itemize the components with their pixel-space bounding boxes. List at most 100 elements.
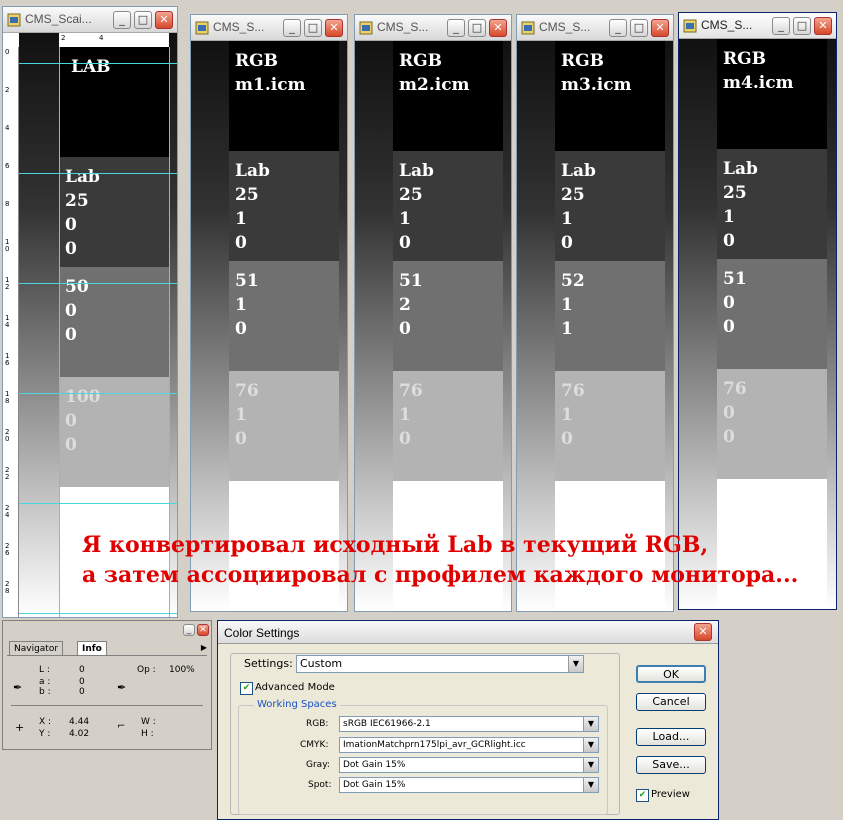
gradient-strip-right — [665, 41, 673, 611]
gradient-strip-right — [503, 41, 511, 611]
document-canvas[interactable]: RGB m4.icm Lab 25 1 0 51 0 0 76 0 0 — [679, 39, 836, 609]
swatch-label: 51 2 0 — [399, 271, 423, 339]
ok-button[interactable]: OK — [636, 665, 706, 683]
settings-dropdown-value: Custom — [300, 657, 343, 670]
photoshop-document-icon — [359, 21, 373, 35]
guide-line[interactable] — [19, 283, 177, 284]
a-label: a : — [39, 677, 51, 687]
spot-dropdown[interactable]: Dot Gain 15% ▼ — [339, 777, 599, 793]
minimize-button[interactable]: _ — [113, 11, 131, 29]
swatch-label: 76 1 0 — [399, 381, 423, 449]
color-swatch: RGB m4.icm — [717, 39, 827, 149]
swatch-label: Lab 25 1 0 — [723, 159, 758, 251]
maximize-button[interactable]: □ — [630, 19, 648, 37]
window-title: CMS_Scai... — [25, 12, 92, 26]
minimize-button[interactable]: _ — [447, 19, 465, 37]
minimize-button[interactable]: _ — [609, 19, 627, 37]
op-label: Op : — [137, 665, 156, 675]
vertical-ruler[interactable]: 0 2 4 6 8 10 12 14 16 18 20 22 24 26 28 — [3, 47, 19, 617]
maximize-button[interactable]: □ — [304, 19, 322, 37]
ruler-tick-label: 20 — [5, 428, 10, 443]
cmyk-dropdown[interactable]: ImationMatchprn175lpi_avr_GCRlight.icc ▼ — [339, 737, 599, 753]
panel-minimize-button[interactable]: _ — [183, 624, 195, 636]
guide-line[interactable] — [19, 63, 177, 64]
x-value: 4.44 — [69, 717, 90, 727]
maximize-button[interactable]: □ — [793, 17, 811, 35]
document-window-3[interactable]: CMS_S... _ □ ✕ RGB m2.icm Lab 25 1 0 51 2 0 76 … — [354, 14, 512, 612]
ruler-tick-label: 10 — [5, 238, 10, 253]
minimize-button[interactable]: _ — [772, 17, 790, 35]
gray-dropdown[interactable]: Dot Gain 15% ▼ — [339, 757, 599, 773]
settings-dropdown[interactable]: Custom ▼ — [296, 655, 584, 673]
ruler-tick-label: 6 — [5, 162, 10, 170]
L-value: 0 — [79, 665, 85, 675]
dialog-close-button[interactable]: ✕ — [694, 623, 712, 641]
color-swatch: RGB m2.icm — [393, 41, 503, 151]
guide-line[interactable] — [19, 173, 177, 174]
guide-line[interactable] — [19, 393, 177, 394]
b-value: 0 — [79, 687, 85, 697]
swatch-label: RGB m1.icm — [235, 51, 306, 95]
window-titlebar[interactable]: CMS_S... _ □ ✕ — [355, 15, 511, 41]
document-window-5[interactable]: CMS_S... _ □ ✕ RGB m4.icm Lab 25 1 0 51 0 0 76 … — [678, 12, 837, 610]
ruler-tick-label: 4 — [99, 34, 104, 42]
close-button[interactable]: ✕ — [155, 11, 173, 29]
rgb-dropdown[interactable]: sRGB IEC61966-2.1 ▼ — [339, 716, 599, 732]
document-window-4[interactable]: CMS_S... _ □ ✕ RGB m3.icm Lab 25 1 0 52 1 1 76 … — [516, 14, 674, 612]
guide-line[interactable] — [19, 613, 177, 614]
color-swatch: 51 0 0 — [717, 259, 827, 369]
document-canvas[interactable]: RGB m1.icm Lab 25 1 0 51 1 0 76 1 0 — [191, 41, 347, 611]
load-button[interactable]: Load... — [636, 728, 706, 746]
window-titlebar[interactable]: CMS_Scai... _ □ ✕ — [3, 7, 177, 33]
color-swatch: 52 1 1 — [555, 261, 665, 371]
swatch-label: LAB — [71, 57, 111, 77]
save-button[interactable]: Save... — [636, 756, 706, 774]
tab-info[interactable]: Info — [77, 641, 107, 656]
close-button[interactable]: ✕ — [814, 17, 832, 35]
document-canvas[interactable]: RGB m3.icm Lab 25 1 0 52 1 1 76 1 0 — [517, 41, 673, 611]
w-label: W : — [141, 717, 156, 727]
maximize-button[interactable]: □ — [468, 19, 486, 37]
window-titlebar[interactable]: CMS_S... _ □ ✕ — [679, 13, 836, 39]
minimize-button[interactable]: _ — [283, 19, 301, 37]
tab-navigator[interactable]: Navigator — [9, 641, 64, 656]
color-swatch: 51 1 0 — [229, 261, 339, 371]
panel-close-button[interactable]: ✕ — [197, 624, 209, 636]
gray-label: Gray: — [306, 760, 330, 770]
document-canvas[interactable]: RGB m2.icm Lab 25 1 0 51 2 0 76 1 0 — [355, 41, 511, 611]
swatch-label: Lab 25 1 0 — [561, 161, 596, 253]
swatch-label: Lab 25 1 0 — [235, 161, 270, 253]
color-swatch: 76 1 0 — [555, 371, 665, 481]
window-title: CMS_S... — [701, 18, 753, 32]
cancel-button[interactable]: Cancel — [636, 693, 706, 711]
panel-menu-arrow-icon[interactable]: ▶ — [201, 643, 207, 652]
ruler-tick-label: 0 — [5, 48, 10, 56]
document-window-1[interactable]: CMS_Scai..._□✕02402468101214161820222426… — [2, 6, 178, 618]
caption-text: Я конвертировал исходный Lab в текущий R… — [82, 532, 799, 588]
close-button[interactable]: ✕ — [325, 19, 343, 37]
window-title: CMS_S... — [213, 20, 265, 34]
guide-line[interactable] — [19, 503, 177, 504]
document-window-2[interactable]: CMS_S... _ □ ✕ RGB m1.icm Lab 25 1 0 51 1 0 76 … — [190, 14, 348, 612]
ruler-tick-label: 16 — [5, 352, 10, 367]
ruler-tick-label: 4 — [5, 124, 10, 132]
cmyk-dropdown-value: ImationMatchprn175lpi_avr_GCRlight.icc — [343, 740, 526, 750]
maximize-button[interactable]: □ — [134, 11, 152, 29]
advanced-mode-checkbox[interactable]: ✔ — [240, 682, 253, 695]
close-button[interactable]: ✕ — [489, 19, 507, 37]
spot-label: Spot: — [308, 780, 332, 790]
color-swatch: 76 0 0 — [717, 369, 827, 479]
preview-checkbox[interactable]: ✔ — [636, 789, 649, 802]
chevron-down-icon: ▼ — [583, 758, 598, 772]
close-button[interactable]: ✕ — [651, 19, 669, 37]
swatch-label: 76 1 0 — [561, 381, 585, 449]
gray-dropdown-value: Dot Gain 15% — [343, 760, 406, 770]
window-titlebar[interactable]: CMS_S... _ □ ✕ — [517, 15, 673, 41]
swatch-label: 76 0 0 — [723, 379, 747, 447]
swatch-label: RGB m3.icm — [561, 51, 632, 95]
guide-line[interactable] — [59, 47, 60, 617]
x-label: X : — [39, 717, 52, 727]
swatch-label: 52 1 1 — [561, 271, 585, 339]
ruler-tick-label: 28 — [5, 580, 10, 595]
window-titlebar[interactable]: CMS_S... _ □ ✕ — [191, 15, 347, 41]
